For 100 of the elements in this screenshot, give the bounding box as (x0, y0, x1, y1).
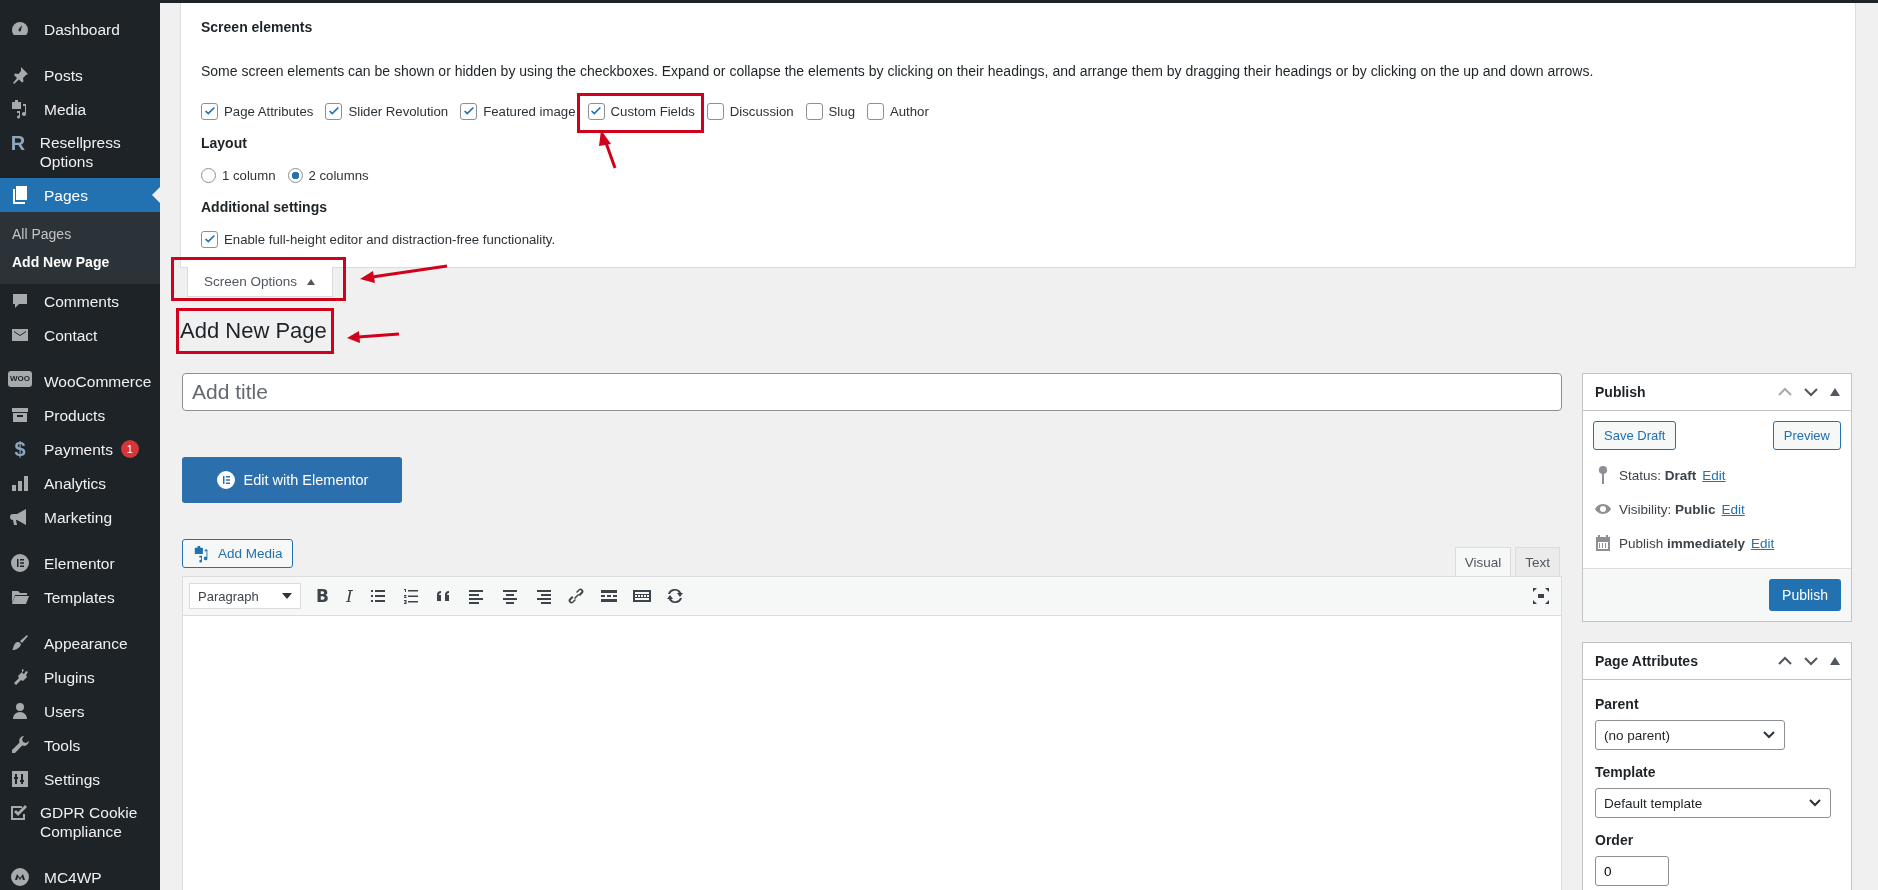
circle-e-icon (215, 470, 236, 490)
bold-button[interactable]: B (314, 586, 331, 606)
checkbox[interactable] (706, 102, 724, 120)
checkbox-label[interactable]: Enable full-height editor and distraction-free functionality. (224, 231, 556, 247)
box-title: Publish (1595, 384, 1646, 400)
checkmark-icon (202, 104, 217, 118)
save-draft-button[interactable]: Save Draft (1593, 421, 1677, 450)
italic-button[interactable]: I (343, 586, 355, 606)
editor-area[interactable]: Paragraph B I (182, 576, 1562, 890)
menu-item[interactable]: Tools (0, 728, 160, 762)
add-media-button[interactable]: Add Media (182, 539, 293, 568)
pushpin-icon (10, 65, 30, 85)
triangle-icon (306, 277, 317, 286)
menu-item[interactable]: Users (0, 694, 160, 728)
calendar-icon (1593, 533, 1613, 553)
submenu-item[interactable]: Add New Page (0, 248, 160, 276)
annotation-arrow (599, 130, 617, 169)
menu-item[interactable]: WOO WooCommerce (0, 364, 160, 398)
menu-item[interactable]: Dashboard (0, 12, 160, 46)
title-field[interactable]: Add title (182, 373, 1562, 411)
checkbox[interactable] (201, 102, 218, 120)
menu-item[interactable]: Comments (0, 284, 160, 318)
template-dropdown[interactable]: Default template (1595, 788, 1831, 818)
checkbox-label[interactable]: Discussion (729, 103, 794, 119)
menu-item[interactable]: Products (0, 398, 160, 432)
checkbox-label[interactable]: Slider Revolution (348, 103, 449, 119)
preview-button[interactable]: Preview (1772, 421, 1841, 450)
radio-label[interactable]: 1 column (222, 167, 276, 183)
section-heading: Layout (201, 134, 247, 153)
checkmark-icon (461, 104, 476, 118)
menu-item[interactable]: Contact (0, 318, 160, 352)
editor-tab[interactable]: Visual (1454, 547, 1512, 576)
checkbox[interactable] (460, 102, 478, 120)
chevron-down-icon (1808, 798, 1822, 808)
paintbrush-icon (10, 633, 30, 653)
edit-with-elementor-button[interactable]: Edit with Elementor (182, 457, 402, 503)
order-field[interactable]: 0 (1595, 856, 1669, 886)
checkmark-box-icon (8, 803, 28, 823)
refresh-icon[interactable] (664, 586, 685, 606)
fullscreen-icon[interactable] (1531, 586, 1551, 606)
screen-options-tab[interactable]: Screen Options (187, 267, 334, 297)
checkbox-label[interactable]: Custom Fields (610, 103, 695, 119)
checkbox-label[interactable]: Author (890, 103, 929, 119)
checkbox[interactable] (867, 102, 884, 120)
menu-item[interactable]: R Resellpress Options (0, 126, 160, 178)
checkbox[interactable] (805, 102, 823, 120)
menu-item[interactable]: $ Payments 1 (0, 432, 160, 466)
collapse-triangle-icon[interactable] (1829, 387, 1841, 397)
sliders-icon (10, 769, 30, 789)
pages-icon (10, 185, 30, 205)
field-label: Template (1595, 764, 1657, 780)
menu-item[interactable]: Templates (0, 580, 160, 614)
checkbox-label[interactable]: Slug (828, 103, 855, 119)
menu-item[interactable]: Media (0, 92, 160, 126)
menu-item[interactable]: Elementor (0, 546, 160, 580)
wrench-icon (10, 735, 30, 755)
menu-item[interactable]: Marketing (0, 500, 160, 534)
menu-item[interactable]: Posts (0, 58, 160, 92)
field-label: Order (1595, 832, 1635, 848)
format-dropdown[interactable]: Paragraph (189, 583, 301, 609)
field-label: Parent (1595, 696, 1640, 712)
parent-dropdown[interactable]: (no parent) (1595, 720, 1785, 750)
edit-link[interactable]: Edit (1721, 501, 1745, 517)
editor-tab[interactable]: Text (1515, 547, 1560, 576)
archive-box-icon (10, 405, 30, 425)
menu-item[interactable]: Pages (0, 178, 160, 212)
menu-item[interactable]: Analytics (0, 466, 160, 500)
annotation-arrow (347, 331, 400, 343)
radio-button[interactable] (287, 167, 303, 183)
checkbox[interactable] (587, 102, 605, 120)
collapse-triangle-icon[interactable] (1829, 656, 1841, 666)
menu-item[interactable]: MC4WP (0, 860, 160, 890)
checkbox-label[interactable]: Page Attributes (224, 103, 314, 119)
bar-chart-icon (10, 473, 30, 493)
menu-item[interactable]: Plugins (0, 660, 160, 694)
checkbox[interactable] (325, 102, 343, 120)
radio-label[interactable]: 2 columns (308, 167, 369, 183)
edit-link[interactable]: Edit (1751, 535, 1775, 551)
radio-button[interactable] (201, 167, 216, 183)
publish-button[interactable]: Publish (1769, 579, 1841, 611)
checkbox-label[interactable]: Featured image (483, 103, 576, 119)
edit-link[interactable]: Edit (1702, 467, 1726, 483)
notification-badge: 1 (120, 440, 139, 458)
checkmark-icon (326, 104, 341, 118)
user-icon (10, 701, 30, 721)
menu-item[interactable]: Settings (0, 762, 160, 796)
menu-item[interactable]: Appearance (0, 626, 160, 660)
section-heading: Additional settings (201, 198, 327, 217)
page-heading: Add New Page (179, 317, 328, 345)
publish-setting-text: Visibility: Public (1619, 501, 1716, 517)
circle-logo-icon (10, 867, 30, 887)
checkmark-icon (589, 104, 604, 118)
caret-icon (282, 592, 292, 600)
publish-setting-text: Publish immediately (1619, 535, 1746, 551)
menu-item[interactable]: GDPR Cookie Compliance (0, 796, 160, 848)
submenu-item[interactable]: All Pages (0, 220, 160, 248)
menu-icon: R (10, 133, 26, 153)
checkbox[interactable] (201, 230, 218, 248)
box-title: Page Attributes (1595, 653, 1698, 669)
publish-setting-text: Status: Draft (1619, 467, 1697, 483)
